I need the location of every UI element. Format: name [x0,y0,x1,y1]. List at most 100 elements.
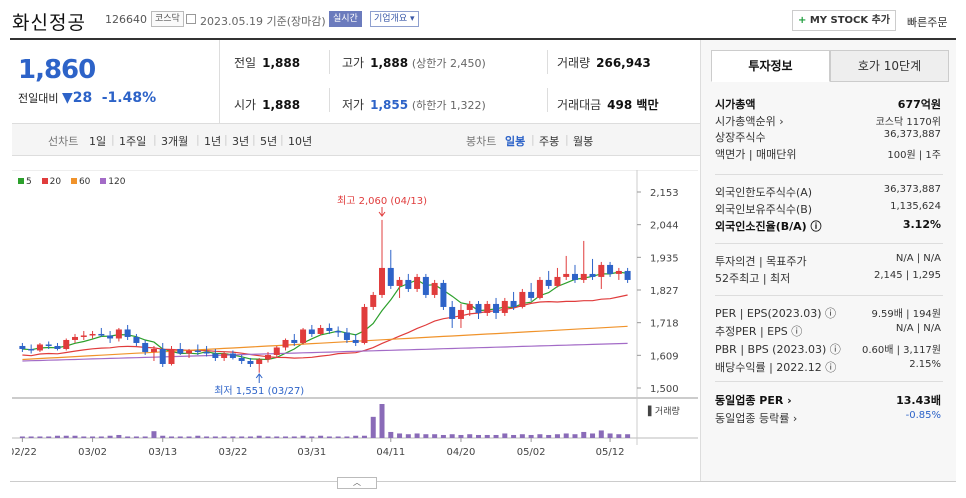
volume-bar [546,434,552,438]
period-1d[interactable]: 1일 [89,133,106,149]
period-1y[interactable]: 1년 [204,133,221,149]
info-row[interactable]: 시가총액순위 › 코스닥 1170위 [715,113,943,129]
candle-body [326,327,333,331]
candle-body [115,329,122,339]
divider [547,88,548,112]
y-tick-label: 1,935 [650,253,679,264]
tab-investment-info[interactable]: 투자정보 [711,50,830,82]
divider [547,50,548,74]
volume-bar [63,435,69,438]
info-label: 52주최고 | 최저 [715,272,791,285]
volume: 거래량 266,943 [557,56,651,70]
separator: | [111,133,115,146]
trade-amount: 거래대금 498 백만 [557,98,659,112]
info-value: 13.43배 [896,394,941,407]
low-price: 저가 1,855 (하한가 1,322) [342,98,486,112]
volume-bar [484,434,490,438]
volume-bar [247,436,253,438]
candle-body [571,273,578,280]
company-overview-dropdown[interactable]: 기업개요 ▾ [370,11,419,27]
candle-weekly[interactable]: 주봉 [539,133,559,149]
info-row: 상장주식수 36,373,887 [715,129,943,145]
x-tick-label: 05/12 [596,447,625,458]
add-mystock-button[interactable]: + MY STOCK 추가 [792,10,896,31]
candle-body [300,329,307,343]
period-10y[interactable]: 10년 [288,133,312,149]
candle-body [264,354,271,360]
stock-code: 126640 [105,13,147,26]
volume-bar [502,433,508,438]
candle-body [238,357,245,361]
investment-info-panel: 투자정보 호가 10단계 시가총액 677억원 시가총액순위 › 코스닥 1170위 상… [700,40,956,482]
tab-orderbook[interactable]: 호가 10단계 [830,50,949,82]
volume-bar [519,434,525,438]
candle-body [598,264,605,277]
candle-body [563,273,570,277]
current-price: 1,860 [18,55,96,85]
info-label: PER | EPS(2023.03) ⓘ [715,307,837,320]
candle-body [405,279,412,289]
volume-bar [335,436,341,438]
high-price: 고가 1,888 (상한가 2,450) [342,56,486,70]
plus-icon: + [797,15,810,26]
ma120-line [22,342,628,362]
volume-bar [432,434,438,438]
info-row: 외국인한도주식수(A) 36,373,887 [715,184,943,200]
candle-daily[interactable]: 일봉 [505,133,525,149]
volume-bar [230,436,236,438]
volume-bar [37,436,43,438]
candle-monthly[interactable]: 월봉 [573,133,593,149]
quick-order-button[interactable]: 빠른주문 [907,14,947,30]
realtime-tag[interactable]: 실시간 [329,11,362,27]
volume-bar [397,433,403,438]
candle-body [168,348,175,364]
volume-bar [607,433,613,438]
separator: | [565,133,569,146]
period-3m[interactable]: 3개월 [161,133,188,149]
candle-body [98,333,105,336]
info-value: 677억원 [897,98,941,111]
ma20-line [22,294,628,359]
volume-bar [107,435,113,438]
y-tick-label: 1,827 [650,286,679,297]
info-row[interactable]: 동일업종 등락률 › -0.85% [715,410,943,426]
candle-body [19,345,26,349]
candle-body [36,344,43,351]
info-label: 상장주식수 [715,131,766,144]
period-1w[interactable]: 1주일 [119,133,146,149]
volume-bar [300,435,306,438]
info-row: 외국인소진율(B/A) ⓘ 3.12% [715,218,943,234]
separator: | [280,133,284,146]
candle-body [352,339,359,343]
candle-body [142,342,149,352]
candle-body [89,333,96,336]
candle-body [194,350,201,352]
candle-body [256,359,263,364]
period-5y[interactable]: 5년 [260,133,277,149]
info-value: 0.60배 | 3,117원 [861,345,941,356]
market-tag: 코스닥 [151,11,184,27]
volume-bar [493,434,499,438]
candle-body [449,306,456,319]
period-3y[interactable]: 3년 [232,133,249,149]
volume-bar [90,436,96,438]
info-row[interactable]: 동일업종 PER › 13.43배 [715,392,943,408]
volume-bar [388,431,394,438]
candle-body [291,339,298,343]
line-chart-label: 선차트 [48,135,79,148]
candle-body [615,270,622,274]
volume-bar [142,436,148,438]
info-value: 1,135,624 [890,201,941,212]
collapse-toggle[interactable]: ︿ [337,477,377,489]
info-row: 52주최고 | 최저 2,145 | 1,295 [715,270,943,286]
volume-bar [467,434,473,438]
stock-chart[interactable]: 2,153 2,044 1,935 1,827 1,718 1,609 1,500 ▌거래량 0… [12,170,698,465]
period-bar: 선차트 1일 | 1주일 | 3개월 | 1년 | 3년 | 5년 | 10년 … [12,124,700,156]
volume-bar [46,436,52,438]
volume-bar [98,436,104,438]
x-tick-label: 04/20 [447,447,476,458]
volume-bar [616,434,622,438]
volume-bar [309,436,315,438]
candle-body [501,300,508,313]
y-tick-label: 1,609 [650,351,679,362]
